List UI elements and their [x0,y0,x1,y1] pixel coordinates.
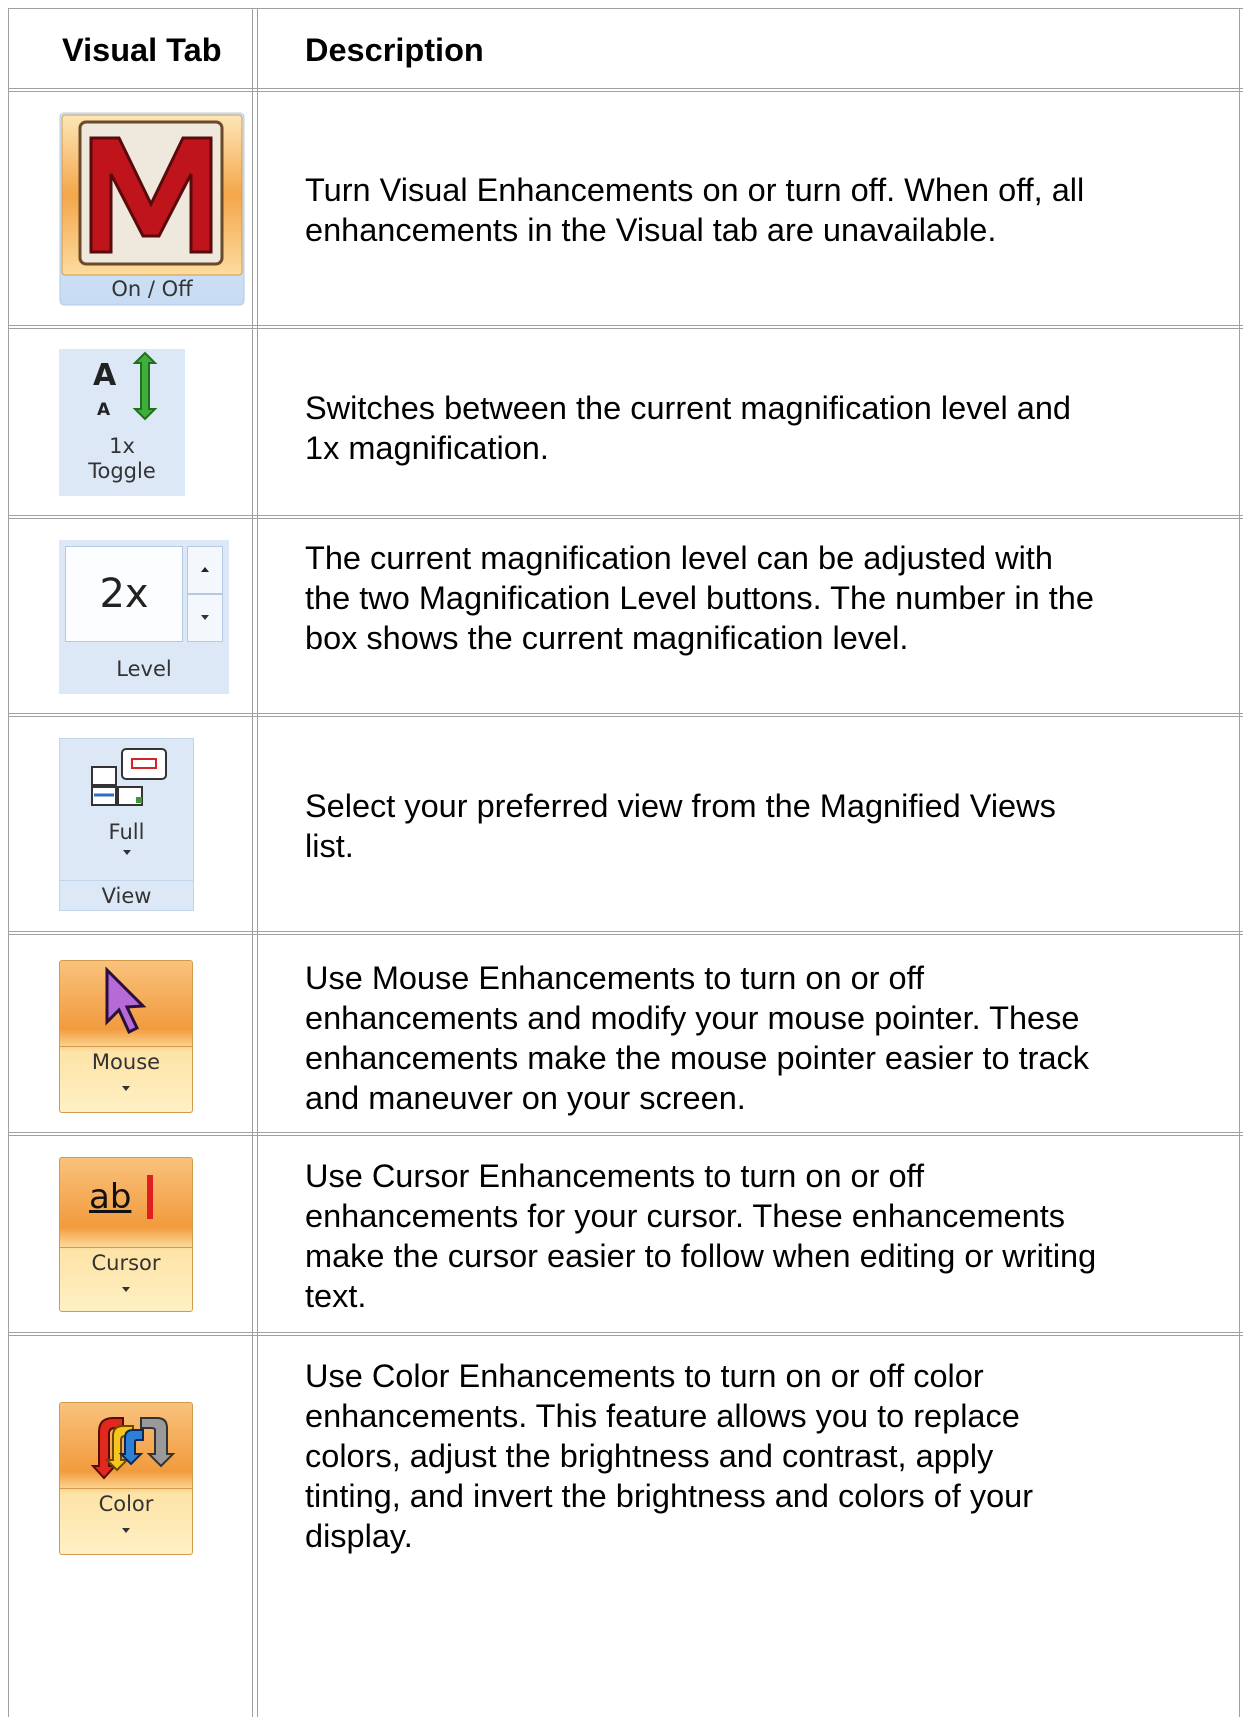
row-divider [8,88,1243,92]
table-border-top [8,8,1243,10]
text-cursor-icon: ab [89,1177,132,1217]
row-divider [8,931,1243,935]
magnification-level-control[interactable]: 2x Level [59,540,229,694]
description-line: 1x magnification. [305,430,549,466]
color-enhancements-button[interactable]: Color [59,1402,193,1555]
row-divider [8,1332,1243,1336]
description-line: enhancements in the Visual tab are unava… [305,212,997,248]
description-line: make the cursor easier to follow when ed… [305,1238,1097,1274]
description-line: enhancements and modify your mouse point… [305,1000,1080,1036]
description-line: Turn Visual Enhancements on or turn off.… [305,172,1085,208]
arrow-up-icon [201,567,209,572]
table-border-left [8,8,9,1717]
view-group-label: View [60,880,193,911]
description-line: Use Cursor Enhancements to turn on or of… [305,1158,925,1194]
cursor-enhancements-button[interactable]: ab Cursor [59,1157,193,1312]
description-line: list. [305,828,354,864]
row-view-description: Select your preferred view from the Magn… [305,786,1235,866]
svg-text:A: A [93,358,117,393]
row-on-off-description: Turn Visual Enhancements on or turn off.… [305,170,1235,250]
dropdown-arrow-icon [122,850,131,855]
row-divider [8,713,1243,717]
row-divider [8,325,1243,329]
arrow-down-icon [201,615,209,620]
row-cursor-description: Use Cursor Enhancements to turn on or of… [305,1156,1235,1316]
on-off-label: On / Off [111,277,193,301]
mouse-enhancements-button[interactable]: Mouse [59,960,193,1113]
level-up-button[interactable] [187,546,223,594]
toggle-label: Toggle [88,459,156,483]
description-line: Switches between the current magnificati… [305,390,1071,426]
toggle-label-1x: 1x [109,434,135,458]
row-toggle-description: Switches between the current magnificati… [305,388,1235,468]
view-layout-icon [91,748,167,806]
on-off-button[interactable]: On / Off [59,112,245,306]
description-line: text. [305,1278,367,1314]
row-color-description: Use Color Enhancements to turn on or off… [305,1356,1235,1556]
view-selector-button[interactable]: Full View [59,738,194,911]
description-line: and maneuver on your screen. [305,1080,746,1116]
description-line: the two Magnification Level buttons. The… [305,580,1094,616]
row-divider [8,1132,1243,1136]
description-line: Use Color Enhancements to turn on or off… [305,1358,984,1394]
description-line: tinting, and invert the brightness and c… [305,1478,1034,1514]
row-divider [8,515,1243,519]
caret-bar-icon [147,1175,153,1219]
visual-tab-table: Visual Tab Description On / Off Turn Vis… [0,0,1243,1717]
dropdown-arrow-icon [122,1086,130,1091]
description-line: display. [305,1518,413,1554]
color-arrows-icon [90,1417,176,1480]
row-level-description: The current magnification level can be a… [305,538,1235,658]
table-border-right [1239,8,1240,1717]
mouse-pointer-icon [105,966,147,1035]
description-line: Use Mouse Enhancements to turn on or off [305,960,925,996]
header-visual-tab: Visual Tab [62,32,222,68]
view-label-full: Full [108,820,145,844]
cursor-label: Cursor [59,1247,193,1278]
text-size-toggle-icon: A A [93,351,158,421]
mouse-label: Mouse [59,1046,193,1077]
description-line: Select your preferred view from the Magn… [305,788,1056,824]
column-divider [252,8,258,1717]
dropdown-arrow-icon [122,1528,130,1533]
level-down-button[interactable] [187,594,223,642]
level-label: Level [116,657,172,681]
description-line: enhancements. This feature allows you to… [305,1398,1020,1434]
description-line: enhancements for your cursor. These enha… [305,1198,1065,1234]
level-value[interactable]: 2x [65,546,183,642]
description-line: enhancements make the mouse pointer easi… [305,1040,1090,1076]
svg-text:A: A [97,400,111,420]
row-mouse-description: Use Mouse Enhancements to turn on or off… [305,958,1235,1118]
header-description: Description [305,32,484,68]
1x-toggle-button[interactable]: A A 1x Toggle [59,349,185,496]
color-label: Color [59,1488,193,1519]
description-line: The current magnification level can be a… [305,540,1053,576]
description-line: box shows the current magnification leve… [305,620,909,656]
dropdown-arrow-icon [122,1287,130,1292]
description-line: colors, adjust the brightness and contra… [305,1438,994,1474]
